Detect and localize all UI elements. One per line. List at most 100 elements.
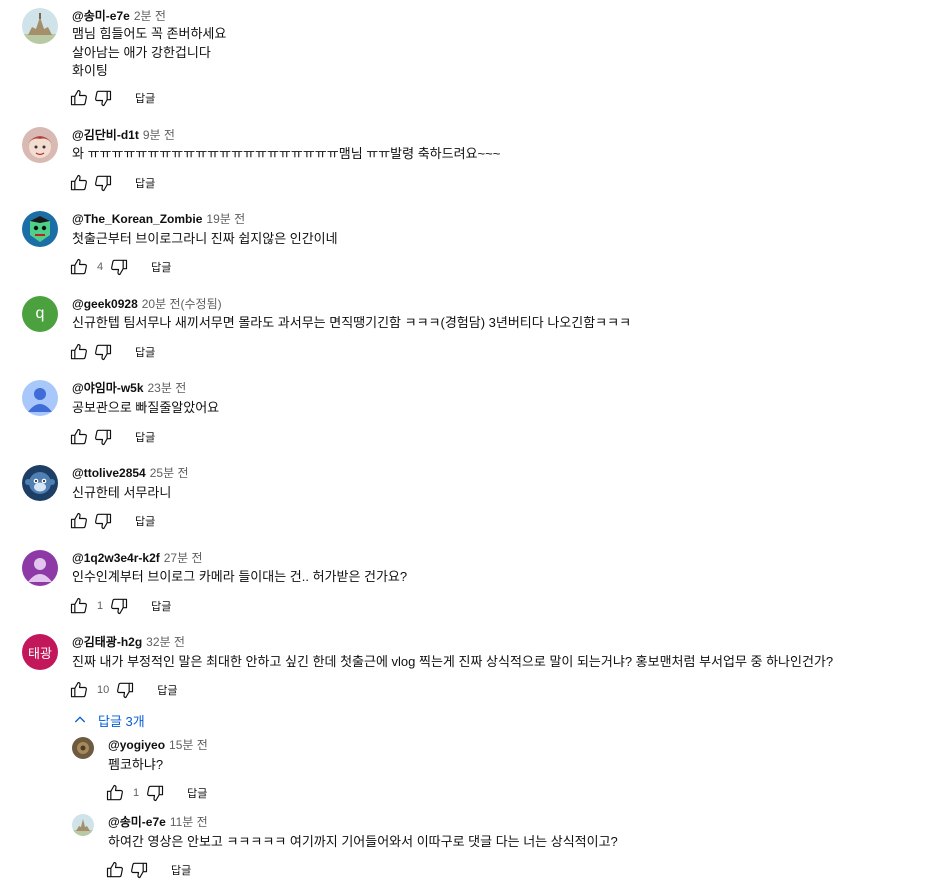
comment-author[interactable]: @김단비-d1t <box>72 128 139 142</box>
thumbs-down-icon <box>147 785 164 802</box>
thumbs-up-icon <box>70 258 87 275</box>
comment-text: 첫출근부터 브이로그라니 진짜 쉽지않은 인간이네 <box>72 231 338 246</box>
dislike-button[interactable] <box>91 425 115 449</box>
comment-time[interactable]: 19분 전 <box>206 212 245 226</box>
comment-text: 인수인계부터 브이로그 카메라 들이대는 건.. 허가받은 건가요? <box>72 569 408 584</box>
avatar[interactable] <box>22 211 58 247</box>
reply-time[interactable]: 11분 전 <box>170 815 208 829</box>
replies-toggle-button[interactable]: 답글 3개 <box>72 711 145 729</box>
monkey-avatar-icon <box>22 465 58 501</box>
thumbs-up-icon <box>70 343 87 360</box>
brown-avatar-icon <box>72 737 94 759</box>
thumbs-down-icon <box>95 513 112 530</box>
zombie-avatar-icon <box>22 211 58 247</box>
reply-button[interactable]: 답글 <box>187 785 207 801</box>
thumbs-up-icon <box>106 861 123 878</box>
comment-author[interactable]: @송미-e7e <box>72 9 130 23</box>
comment-time[interactable]: 27분 전 <box>164 551 203 565</box>
like-button[interactable] <box>67 86 91 110</box>
comment-time[interactable]: 23분 전 <box>148 381 187 395</box>
comment-time[interactable]: 25분 전 <box>150 466 189 480</box>
avatar-text: 태광 <box>28 645 52 661</box>
reply-button[interactable]: 답글 <box>151 598 171 614</box>
thumbs-up-icon <box>70 89 87 106</box>
dislike-button[interactable] <box>91 86 115 110</box>
avatar[interactable] <box>72 737 94 759</box>
thumbs-down-icon <box>95 344 112 361</box>
avatar[interactable] <box>22 127 58 163</box>
reply-time[interactable]: 15분 전 <box>169 738 208 752</box>
reply-button[interactable]: 답글 <box>151 259 171 275</box>
like-button[interactable] <box>103 858 127 882</box>
reply-button[interactable]: 답글 <box>135 90 155 106</box>
comment-time[interactable]: 2분 전 <box>134 9 166 23</box>
comment-author[interactable]: @1q2w3e4r-k2f <box>72 551 160 565</box>
reply-button[interactable]: 답글 <box>171 862 191 878</box>
like-button[interactable] <box>67 594 91 618</box>
comment-author[interactable]: @geek0928 <box>72 297 138 311</box>
thumbs-up-icon <box>70 512 87 529</box>
thumbs-down-icon <box>117 682 134 699</box>
like-button[interactable] <box>67 678 91 702</box>
avatar[interactable] <box>72 814 94 836</box>
avatar[interactable] <box>22 8 58 44</box>
dislike-button[interactable] <box>91 171 115 195</box>
reply-text: 하여간 영상은 안보고 ㅋㅋㅋㅋㅋ 여기까지 기어들어와서 이따구로 댓글 다는… <box>108 834 618 849</box>
like-button[interactable] <box>67 171 91 195</box>
dislike-button[interactable] <box>113 678 137 702</box>
thumbs-up-icon <box>70 174 87 191</box>
avatar[interactable] <box>22 380 58 416</box>
dislike-button[interactable] <box>107 594 131 618</box>
like-button[interactable] <box>103 781 127 805</box>
comment-text: 공보관으로 빠질줄알았어요 <box>72 400 220 415</box>
reply-text: 펨코하냐? <box>108 757 164 772</box>
like-count: 10 <box>97 684 110 696</box>
replies-toggle-label: 답글 3개 <box>98 713 145 729</box>
like-count: 1 <box>133 787 140 799</box>
reply-button[interactable]: 답글 <box>135 513 155 529</box>
like-button[interactable] <box>67 340 91 364</box>
reply-button[interactable]: 답글 <box>157 682 177 698</box>
comment-author[interactable]: @The_Korean_Zombie <box>72 212 202 226</box>
like-count: 4 <box>97 261 104 273</box>
thumbs-down-icon <box>95 429 112 446</box>
dislike-button[interactable] <box>91 509 115 533</box>
thumbs-down-icon <box>111 598 128 615</box>
thumbs-up-icon <box>70 681 87 698</box>
thumbs-down-icon <box>95 90 112 107</box>
like-button[interactable] <box>67 255 91 279</box>
comment-author[interactable]: @김태광-h2g <box>72 635 142 649</box>
reply-author[interactable]: @yogiyeo <box>108 738 165 752</box>
comment-author[interactable]: @ttolive2854 <box>72 466 146 480</box>
dislike-button[interactable] <box>91 340 115 364</box>
dislike-button[interactable] <box>127 858 151 882</box>
like-button[interactable] <box>67 509 91 533</box>
comment-time[interactable]: 20분 전(수정됨) <box>142 297 222 311</box>
like-button[interactable] <box>67 425 91 449</box>
thumbs-down-icon <box>111 259 128 276</box>
comment-time[interactable]: 9분 전 <box>143 128 175 142</box>
comment-text: 와 ㅠㅠㅠㅠㅠㅠㅠㅠㅠㅠㅠㅠㅠㅠㅠㅠㅠㅠㅠㅠㅠ맴님 ㅠㅠ발령 축하드려요~~~ <box>72 146 501 161</box>
comment-text: 맴님 힘들어도 꼭 존버하세요 살아남는 애가 강한겁니다 화이팅 <box>72 26 227 78</box>
reply-author[interactable]: @송미-e7e <box>108 815 166 829</box>
thumbs-down-icon <box>95 175 112 192</box>
comment-time[interactable]: 32분 전 <box>146 635 185 649</box>
reply-button[interactable]: 답글 <box>135 344 155 360</box>
thumbs-up-icon <box>106 784 123 801</box>
avatar[interactable]: q <box>22 296 58 332</box>
character-avatar-icon <box>22 127 58 163</box>
thumbs-up-icon <box>70 597 87 614</box>
avatar[interactable] <box>22 550 58 586</box>
castle-avatar-icon <box>22 8 58 44</box>
dislike-button[interactable] <box>143 781 167 805</box>
reply-button[interactable]: 답글 <box>135 429 155 445</box>
avatar[interactable]: 태광 <box>22 634 58 670</box>
avatar[interactable] <box>22 465 58 501</box>
reply-button[interactable]: 답글 <box>135 175 155 191</box>
comment-author[interactable]: @야임마-w5k <box>72 381 144 395</box>
dislike-button[interactable] <box>107 255 131 279</box>
comment-text: 신규한테 서무라니 <box>72 485 172 500</box>
comment-text: 진짜 내가 부정적인 말은 최대한 안하고 싶긴 한데 첫출근에 vlog 찍는… <box>72 654 834 669</box>
thumbs-down-icon <box>131 862 148 879</box>
chevron-up-icon <box>74 716 86 723</box>
